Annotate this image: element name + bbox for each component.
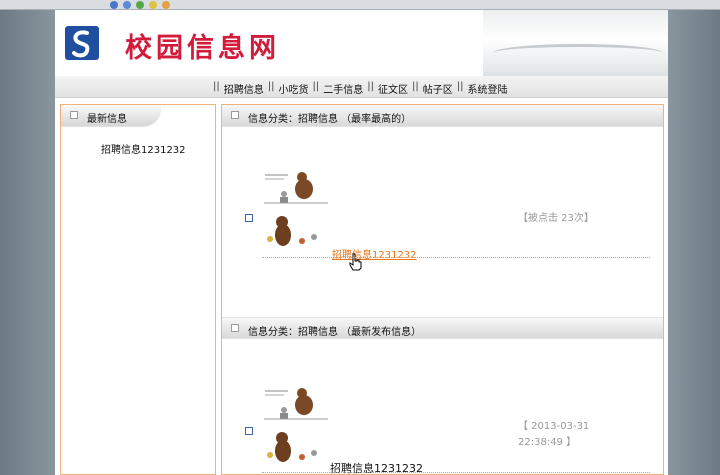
page-gutter-left [0,10,55,475]
divider [262,257,650,258]
page-gutter-right [668,10,720,475]
nav-item-login[interactable]: 系统登陆 [468,81,508,96]
nav-item-secondhand[interactable]: 二手信息 [323,81,363,96]
checkbox-icon [231,111,239,119]
post-time: 22:38:49 】 [518,437,577,448]
green-icon[interactable] [136,1,144,9]
sidebar-heading-label: 最新信息 [87,114,127,125]
page: 校园信息网 || 招聘信息 || 小吃货 || 二手信息 || 征文区 || 帖… [55,10,668,475]
header-decoration [483,10,668,76]
checkbox-icon [231,324,239,332]
external-link-icon[interactable] [245,427,253,435]
main-nav: || 招聘信息 || 小吃货 || 二手信息 || 征文区 || 帖子区 || … [55,76,668,98]
site-logo-icon [65,26,99,60]
post-date: 【 2013-03-31 [518,421,590,432]
site-title: 校园信息网 [125,33,280,64]
checkbox-icon [70,111,78,119]
post-thumbnail[interactable] [262,167,332,249]
section-heading: 信息分类：招聘信息 （最率最高的） [222,105,663,127]
site-header: 校园信息网 [55,10,668,76]
divider [262,472,650,473]
nav-item-jobs[interactable]: 招聘信息 [224,81,264,96]
sidebar-item-link[interactable]: 招聘信息1231232 [101,141,186,156]
nav-item-posts[interactable]: 帖子区 [423,81,453,96]
blue-circle-icon[interactable] [123,1,131,9]
sidebar-latest: 最新信息 招聘信息1231232 [60,104,216,475]
section-heading-label: 信息分类：招聘信息 （最率最高的） [248,114,412,125]
browser-toolbar [0,0,720,10]
hand-cursor-icon [349,253,362,271]
section-heading-label: 信息分类：招聘信息 （最新发布信息） [248,327,422,338]
main-content: 信息分类：招聘信息 （最率最高的） 招聘信息1231232 【被点击 23次】 … [221,104,664,475]
external-link-icon[interactable] [245,214,253,222]
nav-item-snacks[interactable]: 小吃货 [279,81,309,96]
blue-circle-icon[interactable] [110,1,118,9]
post-title-link[interactable]: 招聘信息1231232 [332,246,417,261]
toolbar-icons [110,1,170,9]
sidebar-heading: 最新信息 [61,105,161,127]
nav-item-essays[interactable]: 征文区 [378,81,408,96]
post-thumbnail[interactable] [262,383,332,465]
yellow-icon[interactable] [149,1,157,9]
click-count: 【被点击 23次】 [518,213,594,224]
section-most-clicked: 信息分类：招聘信息 （最率最高的） 招聘信息1231232 【被点击 23次】 [222,105,663,321]
section-newest: 信息分类：招聘信息 （最新发布信息） 招聘信息1231232 【 2013-03… [222,317,663,475]
orange-icon[interactable] [162,1,170,9]
section-heading: 信息分类：招聘信息 （最新发布信息） [222,317,663,339]
